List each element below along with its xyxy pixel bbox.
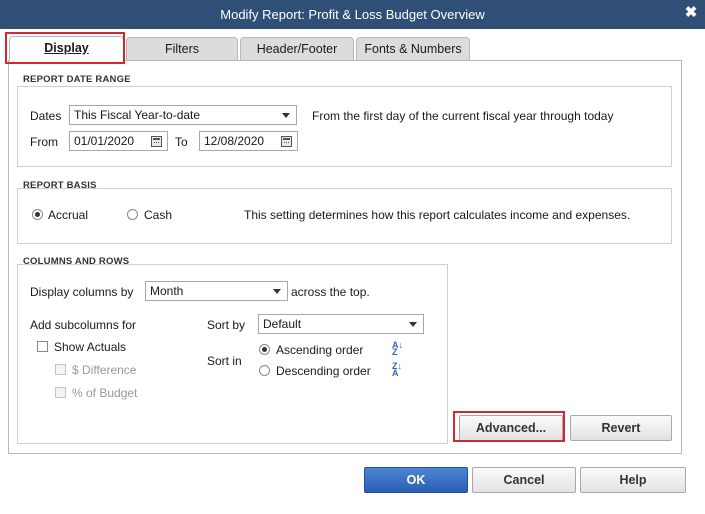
display-columns-value: Month [150, 284, 184, 298]
dollar-difference-label: $ Difference [72, 363, 137, 377]
percent-budget-label: % of Budget [72, 386, 138, 400]
cash-label[interactable]: Cash [144, 208, 172, 222]
calendar-icon[interactable] [281, 136, 292, 147]
display-columns-label: Display columns by [30, 285, 134, 299]
tab-fonts-numbers-label: Fonts & Numbers [364, 42, 462, 56]
dates-dropdown[interactable]: This Fiscal Year-to-date [69, 105, 297, 125]
show-actuals-checkbox[interactable] [37, 341, 48, 352]
tab-filters-label: Filters [164, 42, 200, 56]
percent-budget-checkbox[interactable] [55, 387, 66, 398]
to-label: To [175, 135, 188, 149]
calendar-icon[interactable] [151, 136, 162, 147]
help-button[interactable]: Help [580, 467, 686, 493]
revert-button-label: Revert [601, 421, 641, 435]
help-button-label: Help [619, 473, 647, 487]
tab-header-footer[interactable]: Header/Footer [240, 37, 354, 60]
dates-label: Dates [30, 109, 62, 123]
add-subcolumns-label: Add subcolumns for [30, 318, 137, 332]
dates-value: This Fiscal Year-to-date [74, 108, 201, 122]
to-date-field[interactable]: 12/08/2020 [199, 131, 298, 151]
ok-button[interactable]: OK [364, 467, 468, 493]
sort-ascending-icon: A↓ Z [392, 340, 403, 357]
chevron-down-icon [273, 289, 281, 294]
sort-descending-icon: Z↓ A [392, 361, 402, 378]
report-basis-description: This setting determines how this report … [244, 208, 631, 222]
advanced-button-label: Advanced... [475, 421, 547, 435]
sort-in-label: Sort in [207, 354, 242, 368]
close-icon[interactable]: ✖ [683, 5, 699, 21]
columns-and-rows-group: Display columns by Month across the top.… [17, 264, 448, 444]
report-date-range-group: Dates This Fiscal Year-to-date From the … [17, 86, 672, 167]
display-panel: REPORT DATE RANGE Dates This Fiscal Year… [8, 60, 682, 454]
advanced-button[interactable]: Advanced... [459, 415, 563, 441]
to-date-value: 12/08/2020 [204, 134, 265, 148]
display-columns-dropdown[interactable]: Month [145, 281, 288, 301]
ascending-label[interactable]: Ascending order [276, 343, 363, 357]
tab-header-footer-label: Header/Footer [256, 42, 338, 56]
window-title: Modify Report: Profit & Loss Budget Over… [220, 7, 485, 22]
cash-radio[interactable] [127, 209, 138, 220]
cancel-button[interactable]: Cancel [472, 467, 576, 493]
ok-button-label: OK [406, 473, 426, 487]
tab-display[interactable]: Display [9, 36, 124, 61]
report-basis-group: Accrual Cash This setting determines how… [17, 188, 672, 244]
tab-fonts-numbers[interactable]: Fonts & Numbers [356, 37, 470, 60]
modify-report-dialog: Display Filters Header/Footer Fonts & Nu… [0, 29, 705, 514]
revert-button[interactable]: Revert [570, 415, 672, 441]
dollar-difference-checkbox[interactable] [55, 364, 66, 375]
descending-label[interactable]: Descending order [276, 364, 371, 378]
descending-radio[interactable] [259, 365, 270, 376]
tab-filters[interactable]: Filters [126, 37, 238, 60]
sort-by-value: Default [263, 317, 302, 331]
title-bar: Modify Report: Profit & Loss Budget Over… [0, 0, 705, 29]
report-date-range-title: REPORT DATE RANGE [23, 74, 131, 85]
show-actuals-label[interactable]: Show Actuals [54, 340, 126, 354]
from-date-value: 01/01/2020 [74, 134, 135, 148]
across-top-label: across the top. [291, 285, 370, 299]
accrual-radio[interactable] [32, 209, 43, 220]
sort-by-dropdown[interactable]: Default [258, 314, 424, 334]
from-date-field[interactable]: 01/01/2020 [69, 131, 168, 151]
accrual-label[interactable]: Accrual [48, 208, 88, 222]
ascending-radio[interactable] [259, 344, 270, 355]
from-label: From [30, 135, 58, 149]
cancel-button-label: Cancel [503, 473, 545, 487]
dates-description: From the first day of the current fiscal… [312, 109, 614, 123]
chevron-down-icon [282, 113, 290, 118]
chevron-down-icon [409, 322, 417, 327]
sort-by-label: Sort by [207, 318, 246, 332]
tab-display-label: Display [44, 41, 89, 55]
